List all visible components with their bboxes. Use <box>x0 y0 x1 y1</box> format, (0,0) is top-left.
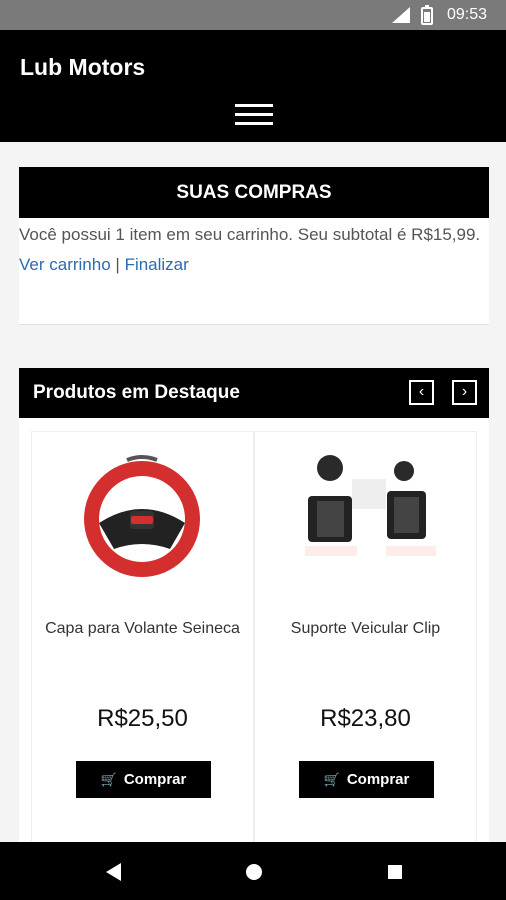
next-button[interactable]: › <box>452 380 477 405</box>
cart-icon: 🛒 <box>100 771 117 787</box>
cart-links: Ver carrinho | Finalizar <box>19 255 489 275</box>
buy-button-label: Comprar <box>346 771 410 788</box>
buy-button-label: Comprar <box>123 771 187 788</box>
app-bar: Lub Motors <box>0 30 506 142</box>
phone-holder-image <box>290 444 440 594</box>
featured-products-section: Produtos em Destaque ‹ › Capa para Volan… <box>19 368 489 851</box>
recent-apps-icon[interactable] <box>384 861 406 883</box>
featured-header: Produtos em Destaque ‹ › <box>19 368 489 418</box>
link-separator: | <box>115 255 120 274</box>
previous-button[interactable]: ‹ <box>409 380 434 405</box>
app-title: Lub Motors <box>20 54 146 80</box>
cart-header: SUAS COMPRAS <box>19 167 489 218</box>
featured-title: Produtos em Destaque <box>33 382 240 403</box>
signal-icon <box>392 7 410 23</box>
back-icon[interactable] <box>103 861 125 883</box>
steering-wheel-cover-image <box>67 444 217 594</box>
product-card[interactable]: Capa para Volante Seineca R$25,50 🛒 Comp… <box>31 431 254 851</box>
product-carousel: Capa para Volante Seineca R$25,50 🛒 Comp… <box>31 431 477 851</box>
chevron-right-icon: › <box>461 383 468 400</box>
cart-icon: 🛒 <box>323 771 340 787</box>
product-price: R$25,50 <box>97 705 188 732</box>
product-name: Capa para Volante Seineca <box>45 620 240 637</box>
product-card[interactable]: Suporte Veicular Clip R$23,80 🛒 Comprar <box>254 431 477 851</box>
battery-icon <box>421 5 433 25</box>
hamburger-menu-icon[interactable] <box>235 104 273 126</box>
cart-panel: SUAS COMPRAS Você possui 1 item em seu c… <box>19 167 489 325</box>
system-navigation-bar <box>0 842 506 900</box>
product-price: R$23,80 <box>320 705 411 732</box>
chevron-left-icon: ‹ <box>418 383 425 400</box>
view-cart-link[interactable]: Ver carrinho <box>19 255 111 274</box>
checkout-link[interactable]: Finalizar <box>125 255 189 274</box>
buy-button[interactable]: 🛒 Comprar <box>299 761 434 798</box>
product-name: Suporte Veicular Clip <box>290 620 441 637</box>
cart-message: Você possui 1 item em seu carrinho. Seu … <box>19 225 481 244</box>
status-bar: 09:53 <box>0 0 506 30</box>
home-icon[interactable] <box>243 861 265 883</box>
buy-button[interactable]: 🛒 Comprar <box>76 761 211 798</box>
clock: 09:53 <box>446 6 487 23</box>
